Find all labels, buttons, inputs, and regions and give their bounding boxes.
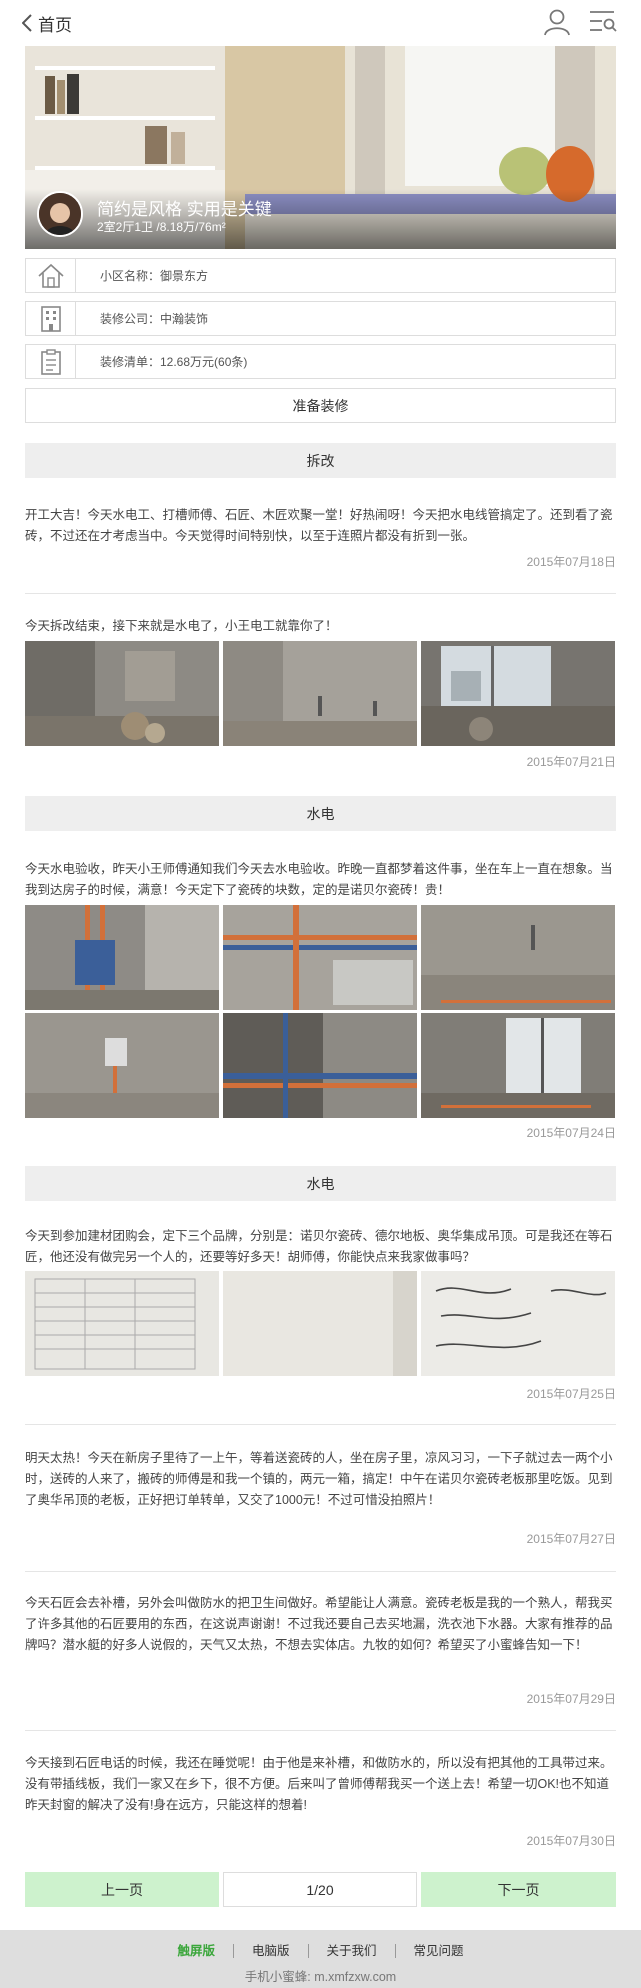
divider <box>25 593 616 594</box>
divider <box>25 1730 616 1731</box>
checklist-summary: 装修清单：12.68万元(60条) <box>100 355 248 369</box>
photo-thumbnail[interactable] <box>223 641 417 746</box>
company-row[interactable]: 装修公司：中瀚装饰 <box>25 301 616 336</box>
community-row[interactable]: 小区名称：御景东方 <box>25 258 616 293</box>
entry-text: 今天到参加建材团购会，定下三个品牌，分别是：诺贝尔瓷砖、德尔地板、奥华集成吊顶。… <box>25 1229 613 1264</box>
footer-site: 手机小蜜蜂: m.xmfzxw.com <box>244 1970 397 1984</box>
next-page-button[interactable]: 下一页 <box>421 1872 616 1907</box>
section-header-plumbing-electric: 水电 <box>25 796 616 831</box>
section-header-demolition: 拆改 <box>25 443 616 478</box>
photo-thumbnail[interactable] <box>25 1271 219 1376</box>
photo-thumbnail[interactable] <box>25 905 219 1010</box>
entry-text: 明天太热！今天在新房子里待了一上午，等着送瓷砖的人，坐在房子里，凉风习习，一下子… <box>25 1451 613 1507</box>
hero-banner[interactable]: 简约是风格 实用是关键 2室2厅1卫 /8.18万/76m² <box>25 46 616 249</box>
building-icon <box>26 302 76 335</box>
chevron-left-icon <box>22 14 32 32</box>
hero-title: 简约是风格 实用是关键 <box>97 200 272 219</box>
photo-thumbnail[interactable] <box>223 905 417 1010</box>
divider <box>25 1424 616 1425</box>
hero-subtitle: 2室2厅1卫 /8.18万/76m² <box>97 220 226 234</box>
avatar-image <box>39 193 81 235</box>
photo-thumbnail[interactable] <box>421 1013 615 1118</box>
photo-thumbnail[interactable] <box>421 641 615 746</box>
photo-thumbnail[interactable] <box>223 1271 417 1376</box>
entry-date: 2015年07月29日 <box>526 1692 616 1706</box>
menu-search-icon[interactable] <box>588 9 618 35</box>
entry-text: 今天接到石匠电话的时候，我还在睡觉呢！由于他是来补槽，和做防水的，所以没有把其他… <box>25 1756 613 1812</box>
entry-date: 2015年07月24日 <box>526 1126 616 1140</box>
photo-thumbnail[interactable] <box>223 1013 417 1118</box>
entry-text: 今天水电验收，昨天小王师傅通知我们今天去水电验收。昨晚一直都梦着这件事，坐在车上… <box>25 862 613 897</box>
entry-date: 2015年07月30日 <box>526 1834 616 1848</box>
footer-link-desktop[interactable]: 电脑版 <box>232 1944 308 1958</box>
user-icon[interactable] <box>543 8 571 36</box>
footer-link-faq[interactable]: 常见问题 <box>394 1944 482 1958</box>
prev-page-button[interactable]: 上一页 <box>25 1872 219 1907</box>
section-header-plumbing-electric: 水电 <box>25 1166 616 1201</box>
prepare-renovation-button[interactable]: 准备装修 <box>25 388 616 423</box>
entry-text: 今天拆改结束，接下来就是水电了，小王电工就靠你了！ <box>25 619 338 633</box>
entry-text: 开工大吉！今天水电工、打槽师傅、石匠、木匠欢聚一堂！好热闹呀！今天把水电线管搞定… <box>25 508 613 543</box>
photo-thumbnail[interactable] <box>25 641 219 746</box>
photo-thumbnail[interactable] <box>421 905 615 1010</box>
photo-thumbnail[interactable] <box>25 1013 219 1118</box>
divider <box>25 1571 616 1572</box>
page-indicator: 1/20 <box>223 1872 417 1907</box>
entry-date: 2015年07月18日 <box>526 555 616 569</box>
checklist-icon <box>26 345 76 378</box>
company-name: 装修公司：中瀚装饰 <box>100 312 209 326</box>
checklist-row[interactable]: 装修清单：12.68万元(60条) <box>25 344 616 379</box>
photo-thumbnail[interactable] <box>421 1271 615 1376</box>
top-bar: 首页 <box>0 0 641 46</box>
footer-link-about[interactable]: 关于我们 <box>307 1944 395 1958</box>
entry-text: 今天石匠会去补槽，另外会叫做防水的把卫生间做好。希望能让人满意。瓷砖老板是我的一… <box>25 1596 613 1652</box>
footer-link-touch[interactable]: 触屏版 <box>159 1944 233 1958</box>
footer-links: 触屏版 电脑版 关于我们 常见问题 <box>0 1944 641 1958</box>
back-button[interactable]: 首页 <box>22 10 72 36</box>
entry-date: 2015年07月25日 <box>526 1387 616 1401</box>
community-name: 小区名称：御景东方 <box>100 269 209 283</box>
back-label: 首页 <box>38 15 72 35</box>
entry-date: 2015年07月21日 <box>526 755 616 769</box>
footer: 触屏版 电脑版 关于我们 常见问题 手机小蜜蜂: m.xmfzxw.com <box>0 1930 641 1988</box>
avatar[interactable] <box>37 191 83 237</box>
entry-date: 2015年07月27日 <box>526 1532 616 1546</box>
house-icon <box>26 259 76 292</box>
